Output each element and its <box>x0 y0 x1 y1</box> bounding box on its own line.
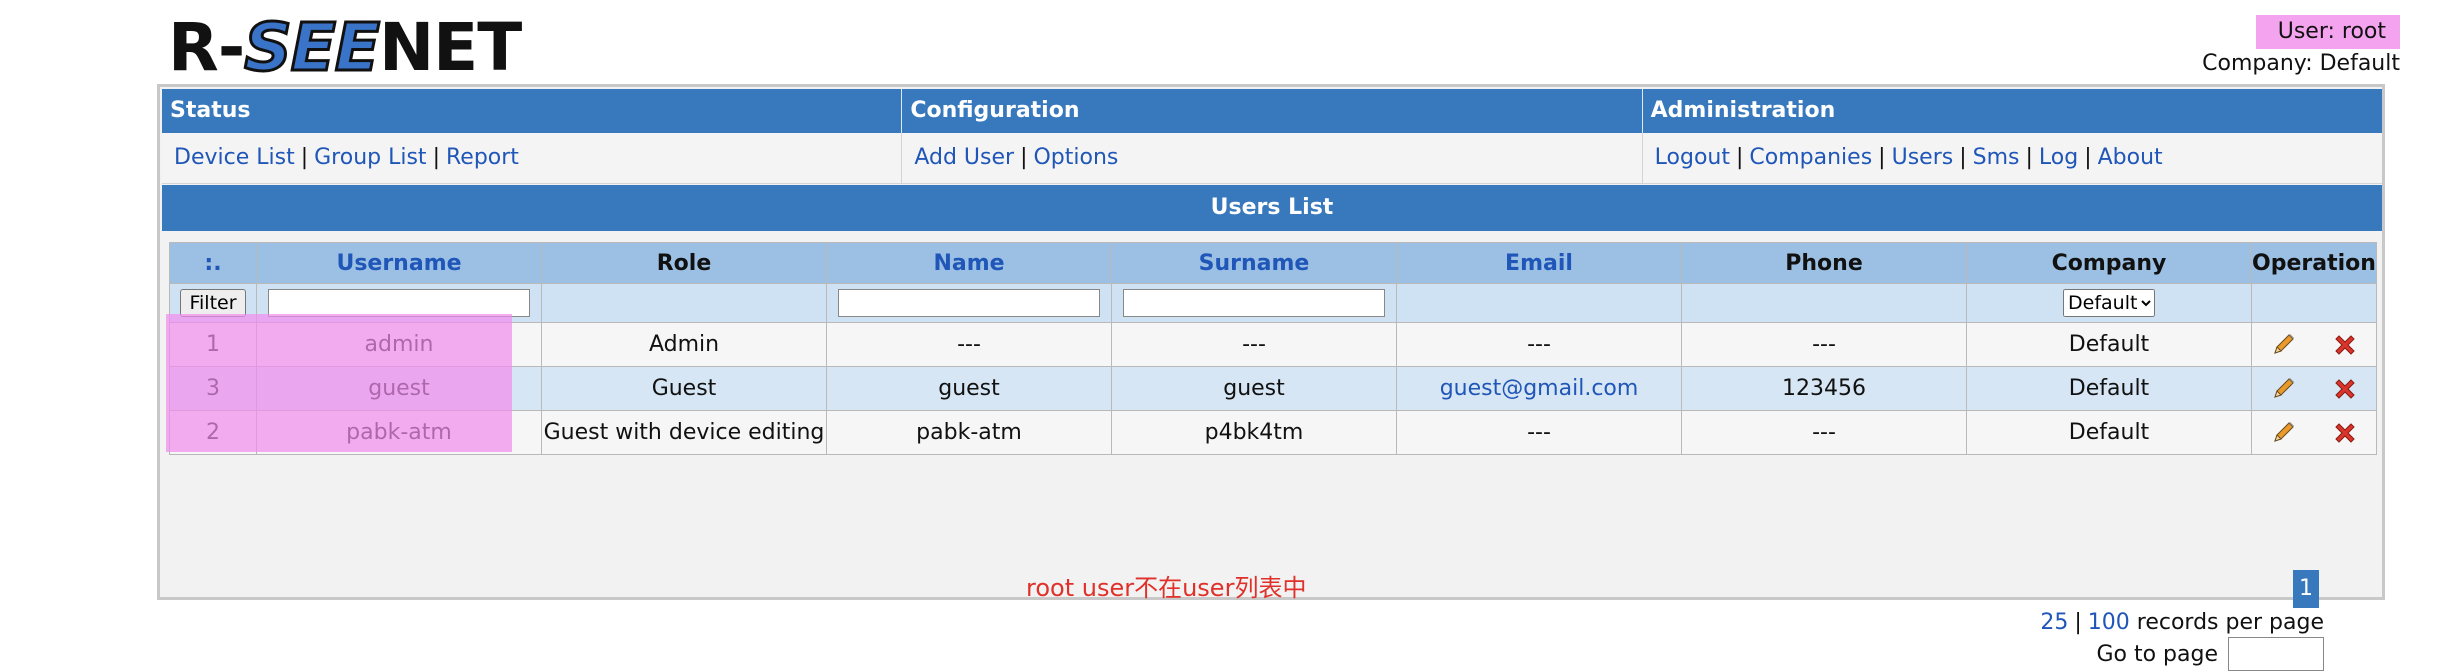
users-list-title: Users List <box>162 185 2382 231</box>
administration-links: Logout | Companies | Users | Sms | Log | About <box>1654 145 2163 170</box>
link-logout[interactable]: Logout <box>1655 145 1730 170</box>
row-role: Guest with device editing <box>541 410 827 455</box>
link-device-list[interactable]: Device List <box>174 145 295 170</box>
table-row: 1 admin Admin --- --- --- --- Default <box>169 322 2377 367</box>
link-sms[interactable]: Sms <box>1973 145 2020 170</box>
menu-header-configuration: Configuration <box>902 89 1643 133</box>
delete-x-icon[interactable] <box>2331 331 2359 359</box>
filter-row: Filter Default <box>169 283 2377 323</box>
row-role: Admin <box>541 322 827 367</box>
records-per-page-label: records per page <box>2136 610 2324 635</box>
row-id: 2 <box>169 410 257 455</box>
delete-x-icon[interactable] <box>2331 419 2359 447</box>
company-filter-select[interactable]: Default <box>2063 289 2155 317</box>
row-company: Default <box>1966 366 2252 411</box>
row-phone: --- <box>1681 322 1967 367</box>
phone-filter-cell <box>1681 283 1967 323</box>
column-header-role: Role <box>541 242 827 284</box>
annotation-note: root user不在user列表中 <box>1026 574 1307 602</box>
column-header-name[interactable]: Name <box>826 242 1112 284</box>
operation-filter-cell <box>2251 283 2377 323</box>
page: R- SEE NET User: root Company: Default Sta… <box>0 0 2452 671</box>
link-add-user[interactable]: Add User <box>914 145 1014 170</box>
row-phone: 123456 <box>1681 366 1967 411</box>
link-group-list[interactable]: Group List <box>314 145 426 170</box>
logo-text-left: R- <box>168 9 245 86</box>
column-header-company: Company <box>1966 242 2252 284</box>
row-username: pabk-atm <box>256 410 542 455</box>
link-users[interactable]: Users <box>1892 145 1954 170</box>
current-company: Company: Default <box>2202 51 2400 76</box>
row-name: guest <box>826 366 1112 411</box>
users-table: :. Username Role Name Surname Email Phon… <box>169 242 2377 455</box>
name-filter-input[interactable] <box>838 289 1100 318</box>
row-name: --- <box>826 322 1112 367</box>
main-panel: Status Configuration Administration Devi… <box>157 84 2385 671</box>
go-to-page-label: Go to page <box>2096 641 2218 667</box>
row-phone: --- <box>1681 410 1967 455</box>
page-number-current[interactable]: 1 <box>2293 570 2319 608</box>
edit-pencil-icon[interactable] <box>2269 375 2297 403</box>
row-name: pabk-atm <box>826 410 1112 455</box>
row-role: Guest <box>541 366 827 411</box>
logo-text-mid: SEE <box>243 9 382 86</box>
role-filter-cell <box>541 283 827 323</box>
status-links: Device List | Group List | Report <box>162 133 903 183</box>
go-to-page: Go to page <box>2096 637 2324 671</box>
row-username: admin <box>256 322 542 367</box>
row-company: Default <box>1966 410 2252 455</box>
row-surname: p4bk4tm <box>1111 410 1397 455</box>
email-filter-cell <box>1396 283 1682 323</box>
r-seenet-logo: R- SEE NET <box>168 9 522 86</box>
table-row: 2 pabk-atm Guest with device editing pab… <box>169 410 2377 455</box>
filter-button[interactable]: Filter <box>180 289 246 317</box>
column-header-phone: Phone <box>1681 242 1967 284</box>
records-per-page: 25 | 100 records per page <box>2040 610 2324 635</box>
row-username: guest <box>256 366 542 411</box>
menu-links: Device List | Group List | Report Add User | O… <box>162 133 2382 184</box>
row-operations <box>2251 410 2377 455</box>
go-to-page-input[interactable] <box>2228 637 2324 671</box>
link-options[interactable]: Options <box>1033 145 1118 170</box>
menu-headers: Status Configuration Administration <box>162 89 2382 133</box>
logo-text-right: NET <box>378 9 522 86</box>
menu-header-status: Status <box>162 89 903 133</box>
link-companies[interactable]: Companies <box>1749 145 1872 170</box>
username-filter-input[interactable] <box>268 289 530 318</box>
link-report[interactable]: Report <box>446 145 519 170</box>
link-about[interactable]: About <box>2098 145 2163 170</box>
column-header-surname[interactable]: Surname <box>1111 242 1397 284</box>
column-header-operation: Operation <box>2251 242 2377 284</box>
edit-pencil-icon[interactable] <box>2269 331 2297 359</box>
surname-filter-input[interactable] <box>1123 289 1385 318</box>
per-page-25-link[interactable]: 25 <box>2040 610 2068 635</box>
menu-header-administration: Administration <box>1642 89 2382 133</box>
row-email: --- <box>1396 410 1682 455</box>
row-email[interactable]: guest@gmail.com <box>1396 366 1682 411</box>
configuration-links: Add User | Options <box>902 133 1643 183</box>
link-log[interactable]: Log <box>2039 145 2078 170</box>
edit-pencil-icon[interactable] <box>2269 419 2297 447</box>
row-operations <box>2251 322 2377 367</box>
row-id: 1 <box>169 322 257 367</box>
column-header-email[interactable]: Email <box>1396 242 1682 284</box>
row-surname: --- <box>1111 322 1397 367</box>
column-header-username[interactable]: Username <box>256 242 542 284</box>
column-header-id[interactable]: :. <box>169 242 257 284</box>
row-email: --- <box>1396 322 1682 367</box>
row-id: 3 <box>169 366 257 411</box>
row-company: Default <box>1966 322 2252 367</box>
table-row: 3 guest Guest guest guest guest@gmail.co… <box>169 366 2377 411</box>
row-operations <box>2251 366 2377 411</box>
current-user-badge: User: root <box>2255 15 2400 49</box>
per-page-100-link[interactable]: 100 <box>2088 610 2130 635</box>
delete-x-icon[interactable] <box>2331 375 2359 403</box>
row-surname: guest <box>1111 366 1397 411</box>
